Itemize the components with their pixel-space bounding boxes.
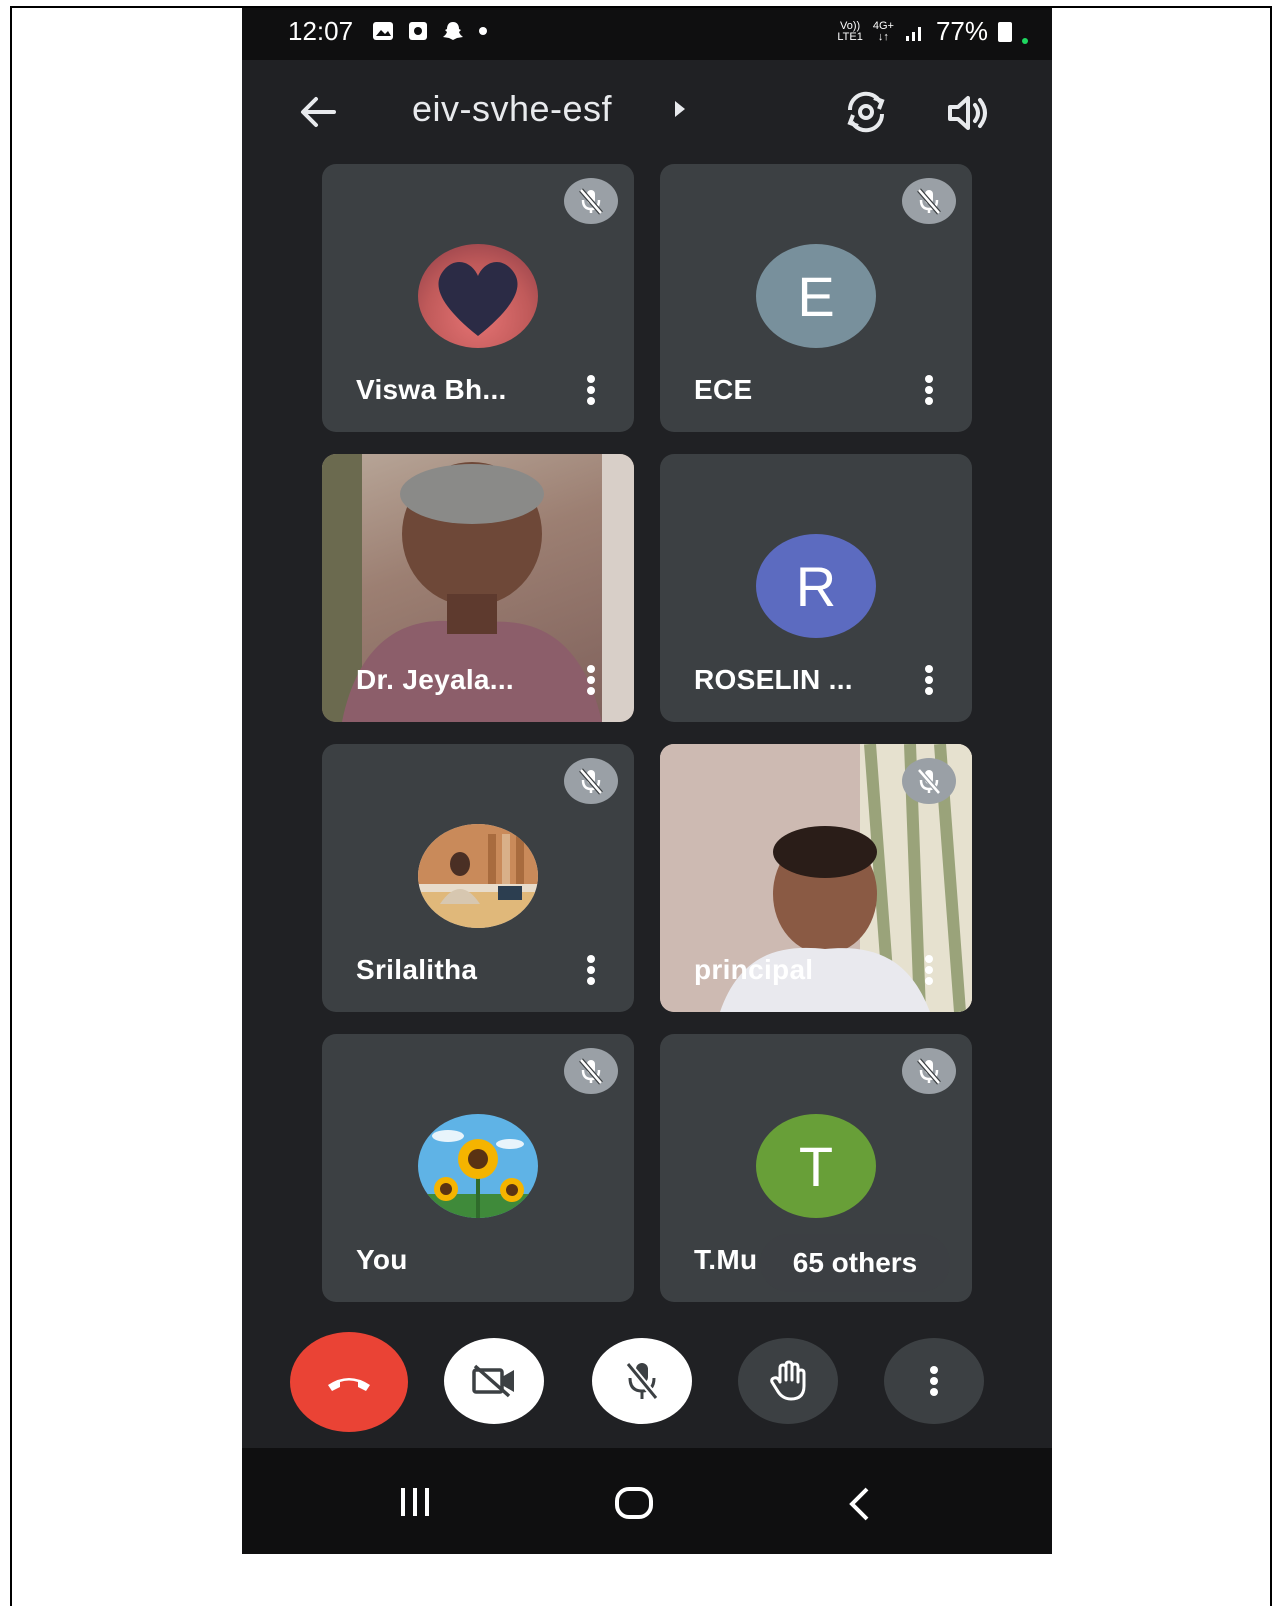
hang-up-icon <box>328 1378 370 1391</box>
raise-hand-icon <box>770 1360 806 1401</box>
signal-icon <box>905 26 921 41</box>
battery-percent: 77% <box>935 16 988 46</box>
mic-off-icon <box>564 178 618 224</box>
more-options-icon[interactable] <box>586 954 596 986</box>
mic-off-icon <box>625 1361 659 1401</box>
caret-right-icon[interactable] <box>672 98 688 120</box>
raise-hand-button[interactable] <box>738 1338 838 1424</box>
mic-toggle-button[interactable] <box>592 1338 692 1424</box>
more-options-icon[interactable] <box>924 664 934 696</box>
dot-icon <box>479 27 487 35</box>
back-arrow-icon[interactable] <box>298 94 338 130</box>
privacy-dot-icon <box>1022 37 1028 44</box>
participant-name: ROSELIN ... <box>694 664 853 695</box>
home-icon[interactable] <box>614 1486 654 1520</box>
avatar-letter: T <box>798 1134 834 1198</box>
participant-name: principal <box>694 954 814 985</box>
avatar: R <box>756 534 876 638</box>
participant-name: Dr. Jeyala... <box>356 664 515 695</box>
mic-off-icon <box>564 758 618 804</box>
participant-name: T.Mu <box>694 1244 758 1275</box>
battery-icon <box>998 21 1012 42</box>
status-right: Vo)) LTE1 4G+ ↓↑ 77% <box>837 16 1028 47</box>
camera-off-icon <box>472 1364 514 1398</box>
avatar: E <box>756 244 876 348</box>
avatar <box>418 1114 538 1218</box>
more-options-button[interactable] <box>884 1338 984 1424</box>
back-icon[interactable] <box>847 1486 871 1522</box>
participant-name: Viswa Bh... <box>356 374 507 405</box>
speaker-icon[interactable] <box>946 94 990 132</box>
avatar <box>418 824 538 928</box>
mic-off-icon <box>564 1048 618 1094</box>
mic-off-icon <box>902 1048 956 1094</box>
mic-off-icon <box>902 758 956 804</box>
notification-icons <box>372 20 488 42</box>
office-photo-icon <box>418 824 538 928</box>
call-header: eiv-svhe-esf <box>242 60 1052 170</box>
participant-tile[interactable]: principal <box>660 744 972 1012</box>
avatar-letter: R <box>795 554 837 618</box>
participant-tile[interactable]: E ECE <box>660 164 972 432</box>
end-call-button[interactable] <box>290 1332 408 1432</box>
more-options-icon[interactable] <box>924 954 934 986</box>
participant-tile[interactable]: Srilalitha <box>322 744 634 1012</box>
camera-toggle-button[interactable] <box>444 1338 544 1424</box>
more-vert-icon <box>930 1366 938 1396</box>
mic-off-icon <box>902 178 956 224</box>
status-bar: 12:07 Vo)) LTE1 4G+ ↓↑ 77% <box>242 8 1052 60</box>
sunflower-icon <box>418 1130 538 1218</box>
volte-indicator: Vo)) LTE1 <box>837 19 863 43</box>
participant-tile[interactable]: Viswa Bh... <box>322 164 634 432</box>
participant-tile[interactable]: You <box>322 1034 634 1302</box>
participant-name: ECE <box>694 374 753 405</box>
participant-name: Srilalitha <box>356 954 478 985</box>
participant-tile[interactable]: R ROSELIN ... <box>660 454 972 722</box>
participant-tile[interactable]: T T.Mu 65 others <box>660 1034 972 1302</box>
network-gen: 4G+ ↓↑ <box>872 19 894 43</box>
status-time: 12:07 <box>288 16 354 46</box>
call-controls <box>242 1332 1052 1448</box>
more-options-icon[interactable] <box>586 374 596 406</box>
others-count-chip[interactable]: 65 others <box>760 1234 950 1292</box>
more-options-icon[interactable] <box>586 664 596 696</box>
avatar: T <box>756 1114 876 1218</box>
avatar-letter: E <box>797 264 835 328</box>
avatar <box>418 244 538 348</box>
heart-cloud-icon <box>438 262 518 336</box>
updown-icon: ↓↑ <box>877 30 889 43</box>
switch-camera-icon[interactable] <box>842 90 890 134</box>
system-nav-bar <box>242 1448 1052 1554</box>
snapchat-icon <box>443 22 463 40</box>
gallery-icon <box>373 22 393 40</box>
meeting-code[interactable]: eiv-svhe-esf <box>412 88 612 130</box>
participant-tile[interactable]: Dr. Jeyala... <box>322 454 634 722</box>
phone-screen: 12:07 Vo)) LTE1 4G+ ↓↑ 77% eiv-svhe-esf <box>242 8 1052 1554</box>
screenshot-icon <box>409 22 427 40</box>
participant-name: You <box>356 1244 408 1275</box>
recents-icon[interactable] <box>397 1486 433 1518</box>
more-options-icon[interactable] <box>924 374 934 406</box>
